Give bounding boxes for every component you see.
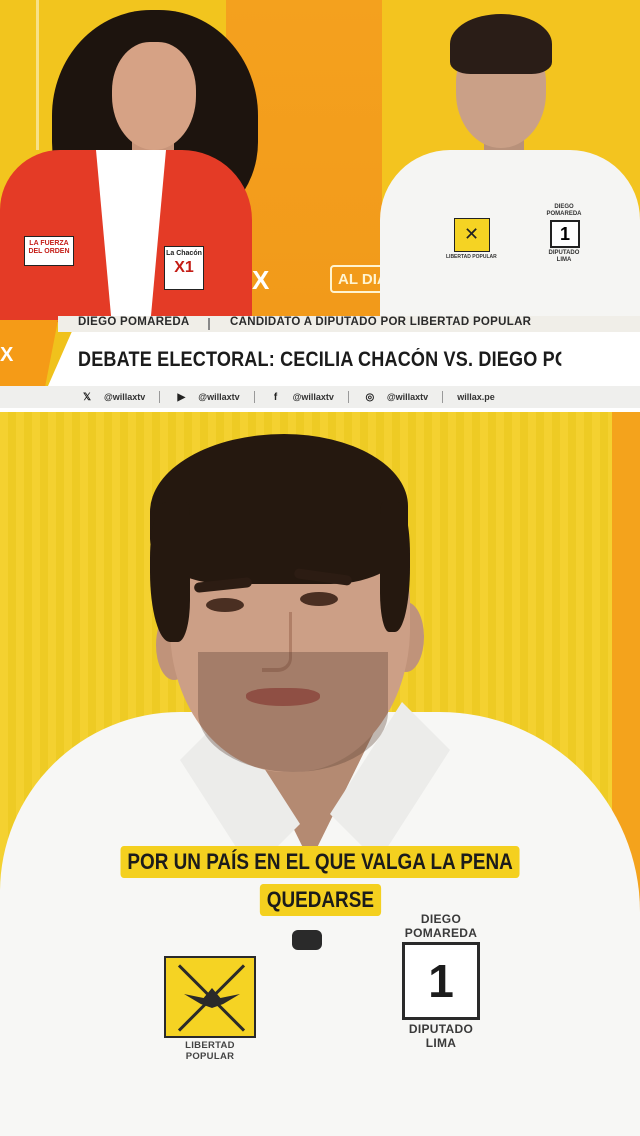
social-handle: @willaxtv	[198, 392, 240, 402]
instagram-icon: ◎	[365, 391, 375, 403]
social-divider	[159, 391, 161, 403]
guest-right-shirt	[380, 150, 640, 330]
guest-right-hair	[450, 14, 552, 74]
guest-right-number-box: 1	[550, 220, 580, 248]
candidate-role-label: DIPUTADO LIMA	[408, 1022, 474, 1050]
social-handle: @willaxtv	[104, 392, 146, 402]
program-tag: AL DIA	[330, 265, 386, 293]
guest-right-name-label: DIEGO POMAREDA	[546, 204, 582, 217]
social-item-youtube: ▶ @willaxtv	[174, 392, 239, 403]
speaker-name: DIEGO POMAREDA	[78, 316, 190, 328]
guest-left-badge-name: La Chacón	[166, 250, 202, 257]
social-handle: @willaxtv	[386, 392, 429, 402]
subtitle-line-1: POR UN PAÍS EN EL QUE VALGA LA PENA	[120, 846, 520, 878]
social-item-facebook: f @willaxtv	[269, 392, 334, 403]
guest-right-party-label: LIBERTAD POPULAR	[446, 254, 497, 260]
subtitle-line-2: QUEDARSE	[259, 884, 381, 916]
x-icon: 𝕏	[82, 391, 92, 403]
guest-left-party-badge: LA FUERZA DEL ORDEN	[24, 236, 74, 266]
party-logo-label: LIBERTAD POPULAR	[185, 1040, 235, 1062]
closeup-frame: LIBERTAD POPULAR DIEGO POMAREDA 1 DIPUTA…	[0, 412, 640, 1136]
speaker-role: CANDIDATO A DIPUTADO POR LIBERTAD POPULA…	[230, 316, 532, 328]
speaker-mouth	[246, 688, 320, 706]
guest-left-figure: LA FUERZA DEL ORDEN La Chacón X1	[0, 0, 260, 322]
social-handle: willax.pe	[457, 392, 495, 402]
candidate-number-box: 1	[402, 942, 480, 1020]
social-divider	[347, 391, 349, 403]
social-item-instagram: ◎ @willaxtv	[363, 391, 429, 403]
eagle-icon	[184, 988, 240, 1008]
guest-right-role-label: DIPUTADO LIMA	[548, 250, 580, 263]
subtitle-line-2-container: QUEDARSE	[0, 884, 640, 916]
social-divider	[253, 391, 255, 403]
social-divider	[442, 391, 444, 403]
headline: DEBATE ELECTORAL: CECILIA CHACÓN VS. DIE…	[78, 348, 561, 371]
social-item-x: 𝕏 @willaxtv	[80, 392, 145, 403]
social-handle: @willaxtv	[292, 392, 334, 402]
candidate-name-label: DIEGO POMAREDA	[404, 912, 478, 940]
broadcast-frame: X AL DIA LA FUERZA DEL ORDEN La Chacón X…	[0, 0, 640, 412]
lapel-mic-icon	[292, 930, 322, 950]
youtube-icon: ▶	[177, 391, 186, 403]
lower-third-channel-logo: X	[0, 344, 14, 366]
speaker-eye-left	[206, 598, 244, 612]
guest-right-figure: LIBERTAD POPULAR DIEGO POMAREDA 1 DIPUTA…	[380, 0, 640, 330]
guest-left-badge-number: X1	[174, 259, 194, 276]
guest-left-face	[112, 42, 196, 150]
social-bar: 𝕏 @willaxtv ▶ @willaxtv f @willaxtv ◎ @w…	[0, 386, 640, 408]
party-logo-icon	[454, 218, 490, 252]
subtitle-line-1-container: POR UN PAÍS EN EL QUE VALGA LA PENA	[0, 846, 640, 878]
speaker-stubble	[198, 652, 388, 772]
libertad-popular-logo-icon	[164, 956, 256, 1038]
speaker-eye-right	[300, 592, 338, 606]
speaker-sideburn-right	[380, 502, 410, 632]
guest-left-name-badge: La Chacón X1	[164, 246, 204, 290]
social-item-web: willax.pe	[457, 392, 495, 402]
facebook-icon: f	[273, 391, 278, 403]
speaker-sideburn-left	[150, 502, 190, 642]
lower-third-divider	[208, 318, 210, 330]
